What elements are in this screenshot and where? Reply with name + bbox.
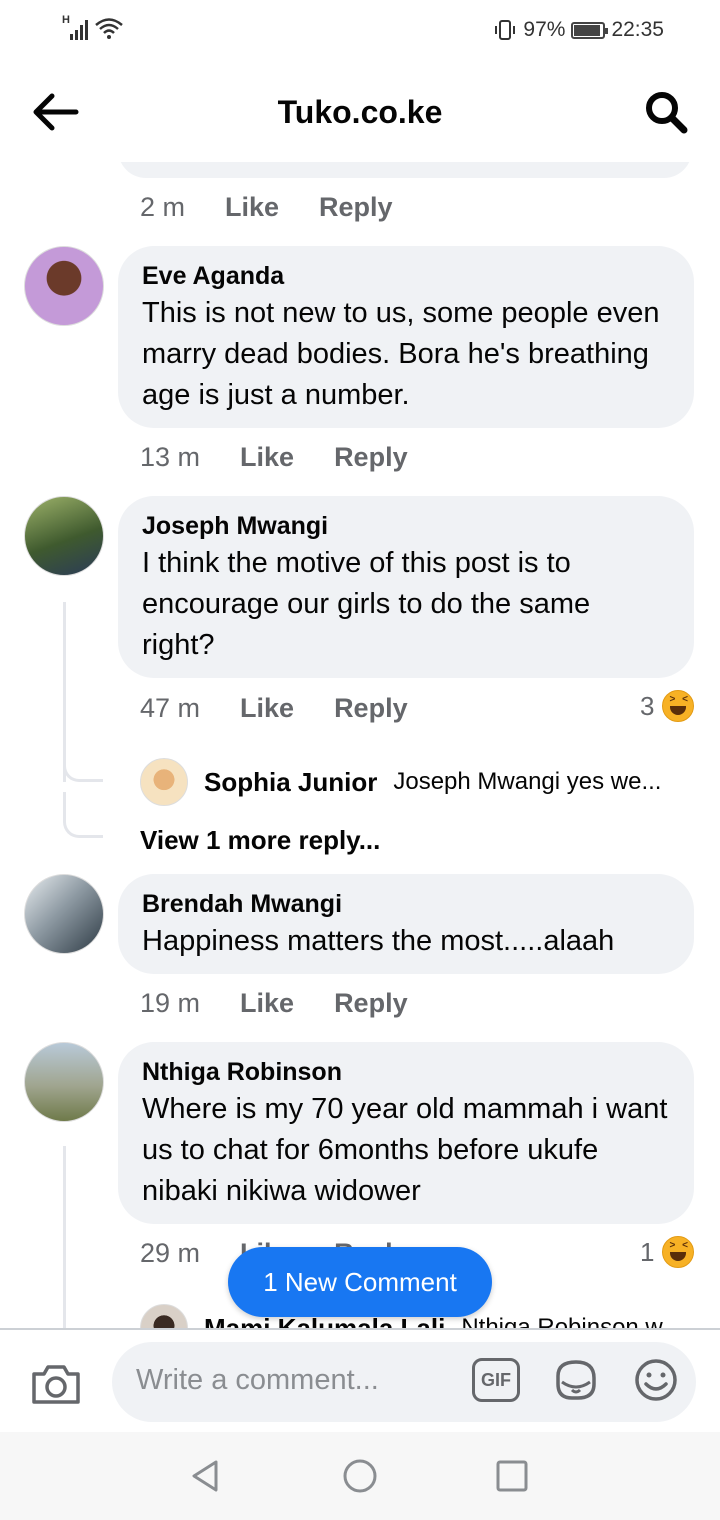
haha-reaction-icon (662, 690, 695, 722)
like-button[interactable]: Like (240, 442, 294, 473)
avatar[interactable] (24, 874, 104, 954)
reply-button[interactable]: Reply (319, 192, 393, 223)
reply-button[interactable]: Reply (334, 442, 408, 473)
camera-icon[interactable] (28, 1360, 84, 1408)
reply-button[interactable]: Reply (334, 693, 408, 724)
reaction-count[interactable]: 3 (640, 690, 695, 722)
comment-composer: Write a comment... GIF (0, 1328, 720, 1432)
signal-indicators: H (62, 14, 124, 40)
smiley-icon[interactable] (632, 1356, 680, 1404)
avatar[interactable] (24, 496, 104, 576)
avatar[interactable] (24, 246, 104, 326)
reaction-count[interactable]: 1 (640, 1236, 695, 1268)
comment-meta: 47 m Like Reply (140, 693, 408, 724)
system-nav-bar (0, 1432, 720, 1520)
reply-text: Nthiga Robinson w... (461, 1314, 682, 1328)
wifi-icon (95, 18, 123, 39)
gif-button[interactable]: GIF (472, 1358, 520, 1402)
avatar[interactable] (140, 1304, 188, 1328)
comment-text: Happiness matters the most.....alaah (142, 925, 615, 957)
like-button[interactable]: Like (240, 693, 294, 724)
nav-home-icon[interactable] (342, 1458, 378, 1494)
comment-time: 47 m (140, 693, 201, 723)
nav-recents-icon[interactable] (494, 1458, 530, 1494)
comment-meta: 2 m Like Reply (140, 192, 393, 223)
comment-bubble[interactable]: Brendah Mwangi Happiness matters the mos… (118, 874, 694, 974)
comment-time: 2 m (140, 192, 186, 222)
comment-meta: 13 m Like Reply (140, 442, 408, 473)
comments-feed[interactable]: 2 m Like Reply Eve Aganda This is not ne… (0, 162, 720, 1328)
comment-time: 29 m (140, 1238, 201, 1268)
haha-reaction-icon (662, 1236, 695, 1268)
status-bar: H 97% 22:35 (0, 0, 720, 62)
comment-text: I think the motive of this post is to en… (142, 547, 591, 661)
comment-author[interactable]: Nthiga Robinson (142, 1058, 670, 1087)
vibrate-icon (495, 20, 516, 40)
signal-icon (70, 18, 88, 40)
comment-input-placeholder: Write a comment... (136, 1364, 379, 1396)
thread-connector (63, 742, 103, 782)
search-icon[interactable] (642, 88, 690, 136)
comment-meta: 19 m Like Reply (140, 988, 408, 1019)
comment-bubble[interactable]: Joseph Mwangi I think the motive of this… (118, 496, 694, 678)
battery-percent: 97% (523, 18, 566, 41)
status-right: 97% 22:35 (493, 18, 664, 42)
comment-author[interactable]: Brendah Mwangi (142, 890, 670, 919)
comment-bubble[interactable]: Eve Aganda This is not new to us, some p… (118, 246, 694, 428)
reply-item[interactable]: Sophia Junior Joseph Mwangi yes we... (140, 758, 661, 806)
thread-connector (63, 792, 103, 838)
reply-button[interactable]: Reply (334, 988, 408, 1019)
comment-author[interactable]: Eve Aganda (142, 262, 670, 291)
reaction-number: 3 (640, 690, 655, 721)
comment-time: 19 m (140, 988, 201, 1018)
network-type: H (62, 14, 70, 26)
like-button[interactable]: Like (225, 192, 279, 223)
thread-line (63, 1146, 66, 1328)
previous-comment-bubble (118, 162, 692, 178)
avatar[interactable] (140, 758, 188, 806)
comment-author[interactable]: Joseph Mwangi (142, 512, 670, 541)
nav-back-icon[interactable] (188, 1458, 224, 1494)
battery-icon (571, 21, 609, 39)
avatar[interactable] (24, 1042, 104, 1122)
like-button[interactable]: Like (240, 988, 294, 1019)
app-header: Tuko.co.ke (0, 62, 720, 162)
comment-bubble[interactable]: Nthiga Robinson Where is my 70 year old … (118, 1042, 694, 1224)
comment-text: Where is my 70 year old mammah i want us… (142, 1093, 668, 1207)
new-comment-button[interactable]: 1 New Comment (228, 1247, 492, 1317)
comment-text: This is not new to us, some people even … (142, 297, 660, 411)
clock: 22:35 (611, 18, 664, 41)
view-more-replies-link[interactable]: View 1 more reply... (140, 825, 380, 856)
reaction-number: 1 (640, 1236, 655, 1267)
comment-time: 13 m (140, 442, 201, 472)
comment-input[interactable]: Write a comment... GIF (112, 1342, 696, 1422)
reply-author[interactable]: Sophia Junior (204, 767, 377, 798)
sticker-icon[interactable] (552, 1356, 600, 1404)
page-title: Tuko.co.ke (277, 94, 443, 130)
reply-text: Joseph Mwangi yes we... (393, 768, 662, 795)
